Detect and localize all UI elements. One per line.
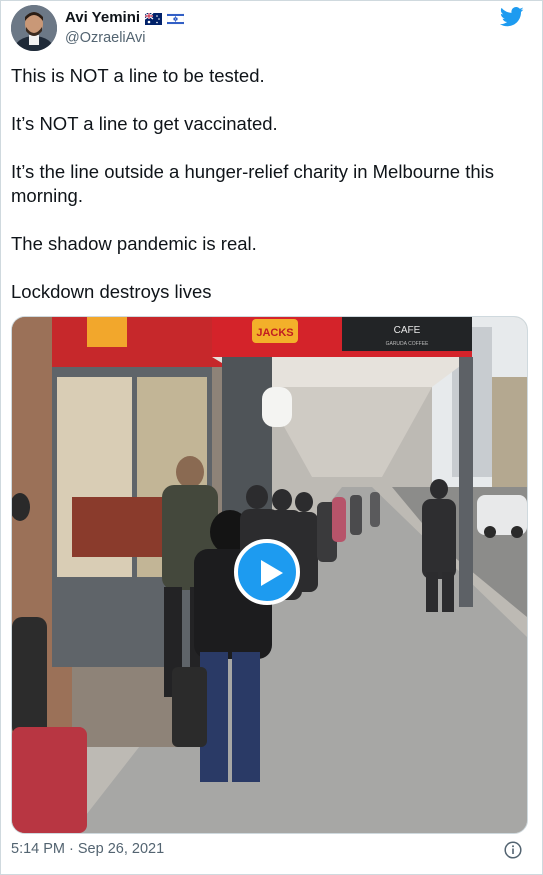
info-icon[interactable]	[504, 841, 522, 859]
author-name[interactable]: Avi Yemini	[65, 9, 140, 26]
avatar[interactable]	[11, 5, 57, 51]
author-handle[interactable]: @OzraeliAvi	[65, 30, 146, 46]
australia-flag-icon	[144, 12, 163, 25]
play-icon	[261, 560, 283, 586]
israel-flag-icon	[166, 12, 185, 25]
jacks-sign: JACKS	[256, 327, 293, 339]
tweet-paragraph: Lockdown destroys lives	[11, 281, 212, 302]
tweet-timestamp[interactable]: 5:14 PM · Sep 26, 2021	[11, 841, 164, 857]
author-row: Avi Yemini	[65, 9, 185, 26]
play-button[interactable]	[234, 539, 300, 605]
tweet-paragraph: It’s the line outside a hunger-relief ch…	[11, 161, 494, 206]
cafe-sign: CAFE	[394, 325, 421, 336]
tweet-paragraph: It’s NOT a line to get vaccinated.	[11, 113, 278, 134]
tweet-text: This is NOT a line to be tested. It’s NO…	[11, 64, 526, 328]
cafe-sign-sub: GARUDA COFFEE	[386, 341, 429, 347]
tweet-card: Avi Yemini @OzraeliAvi This is NOT a lin…	[0, 0, 543, 875]
twitter-bird-icon[interactable]	[499, 7, 524, 27]
tweet-paragraph: This is NOT a line to be tested.	[11, 65, 265, 86]
video-player[interactable]: JACKS CAFE GARUDA COFFEE	[11, 316, 528, 834]
tweet-paragraph: The shadow pandemic is real.	[11, 233, 257, 254]
